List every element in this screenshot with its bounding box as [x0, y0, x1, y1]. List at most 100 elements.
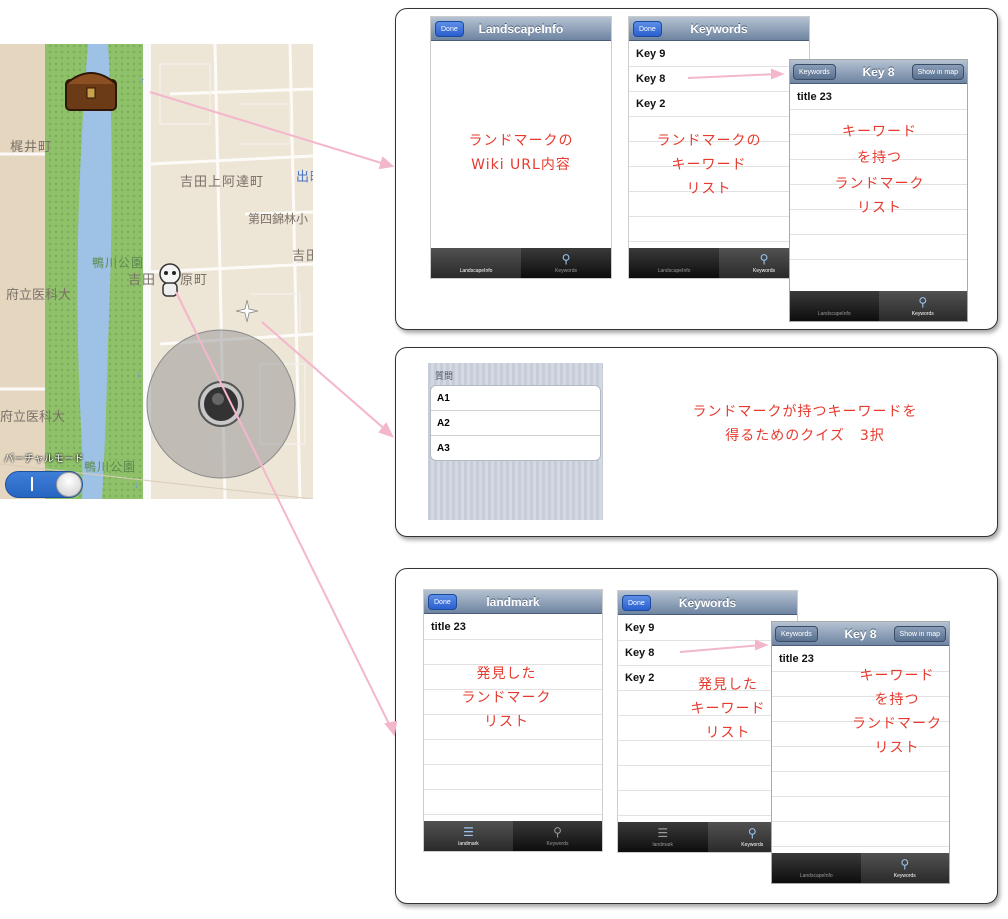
- annotation-line: キーワード: [690, 701, 766, 717]
- annotation-line: リスト: [484, 714, 529, 730]
- tab-landscape-info[interactable]: LandscapeInfo: [790, 291, 879, 321]
- show-in-map-button[interactable]: Show in map: [911, 64, 964, 80]
- navbar-title: LandscapeInfo: [478, 22, 564, 36]
- map-label-university: 府立医科大: [6, 288, 72, 303]
- list-item-empty: [772, 797, 949, 822]
- list-item[interactable]: title 23: [424, 615, 602, 640]
- navbar: Done LandscapeInfo: [431, 17, 611, 41]
- answer-option[interactable]: A3: [431, 436, 600, 460]
- tab-landscape-info[interactable]: LandscapeInfo: [629, 248, 719, 278]
- search-key-icon: ⚲: [747, 826, 757, 840]
- list-item-empty: [772, 822, 949, 847]
- virtual-mode-toggle[interactable]: [5, 471, 83, 498]
- tab-bar: LandscapeInfo ⚲ Keywords: [772, 853, 949, 883]
- list-item[interactable]: Key 2: [629, 92, 809, 117]
- annotation-line: リスト: [857, 200, 902, 216]
- tab-keywords[interactable]: ⚲ Keywords: [878, 291, 967, 321]
- search-key-icon: ⚲: [561, 252, 571, 266]
- list-item-empty: [790, 235, 967, 260]
- tab-keywords[interactable]: ⚲ Keywords: [521, 248, 611, 278]
- search-key-icon: ⚲: [918, 295, 928, 309]
- landmark-stack-icon: ☰: [657, 826, 669, 840]
- screen-keyword-landmarks: Keywords Key 8 Show in map title 23 キーワー…: [771, 621, 950, 884]
- done-button[interactable]: Done: [435, 21, 464, 37]
- virtual-mode-label: バーチャルモード: [4, 454, 84, 465]
- done-button[interactable]: Done: [633, 21, 662, 37]
- list-item-empty: [772, 772, 949, 797]
- navbar-title: Key 8: [862, 65, 895, 79]
- annotation-line: 発見した: [476, 666, 537, 682]
- tab-landmark[interactable]: ☰ landmark: [424, 821, 513, 851]
- list-item[interactable]: title 23: [790, 85, 967, 110]
- map-label-demachi: 出町: [296, 170, 313, 185]
- navbar: Keywords Key 8 Show in map: [790, 60, 967, 84]
- tab-landscape-info[interactable]: LandscapeInfo: [772, 853, 861, 883]
- done-button[interactable]: Done: [428, 594, 457, 610]
- map-label-yoshida-kamiadachi: 吉田上阿達町: [180, 175, 265, 190]
- annotation-line: ランドマークの: [468, 133, 574, 149]
- search-key-icon: ⚲: [759, 252, 769, 266]
- screen-landscape-info: Done LandscapeInfo ランドマークの Wiki URL内容 La…: [430, 16, 612, 279]
- annotation-line: ランドマーク: [834, 176, 925, 192]
- map-label-kamogawa-park-2: 鴨川公園: [84, 460, 137, 474]
- tab-keywords[interactable]: ⚲ Keywords: [513, 821, 602, 851]
- navbar: Keywords Key 8 Show in map: [772, 622, 949, 646]
- navbar: Done Keywords: [618, 591, 797, 615]
- annotation-line: リスト: [705, 725, 751, 741]
- quiz-annotation-line: ランドマークが持つキーワードを: [692, 404, 918, 420]
- navbar: Done landmark: [424, 590, 602, 614]
- map-view[interactable]: ↑ ↓ ↓ 梶井町 吉田上阿達町 出町 第四錦林小 吉田 鴨川公園 吉田 原町 …: [0, 44, 313, 499]
- done-button[interactable]: Done: [622, 595, 651, 611]
- toggle-knob[interactable]: [56, 472, 82, 497]
- annotation-line: を持つ: [857, 150, 902, 166]
- tab-keywords[interactable]: ⚲ Keywords: [860, 853, 949, 883]
- tab-bar: LandscapeInfo ⚲ Keywords: [790, 291, 967, 321]
- annotation-line: ランドマーク: [852, 716, 942, 732]
- annotation-line: キーワード: [859, 668, 935, 684]
- screen-keyword-detail: Keywords Key 8 Show in map title 23 キーワー…: [789, 59, 968, 322]
- back-keywords-button[interactable]: Keywords: [775, 626, 818, 642]
- annotation-line: ランドマークの: [656, 133, 762, 149]
- navbar-title: Keywords: [690, 22, 748, 36]
- landmark-stack-icon: ☰: [463, 825, 474, 839]
- answer-option[interactable]: A1: [431, 386, 600, 411]
- map-label-school: 第四錦林小: [248, 212, 309, 226]
- answer-option[interactable]: A2: [431, 411, 600, 436]
- list-item[interactable]: Key 8: [629, 67, 809, 92]
- search-key-icon: ⚲: [553, 825, 562, 839]
- map-label-university-2: 府立医科大: [0, 410, 66, 425]
- arrow-down-icon: ↓: [134, 480, 139, 491]
- compass-marker-icon: [235, 299, 259, 323]
- screen-keywords: Done Keywords Key 9 Key 8 Key 2 ランドマークの …: [628, 16, 810, 279]
- list-item[interactable]: Key 9: [629, 42, 809, 67]
- navbar-title: landmark: [486, 595, 540, 609]
- navbar-title: Keywords: [678, 596, 737, 610]
- map-label-yoshida: 吉田: [292, 249, 313, 264]
- list-item-empty: [424, 765, 602, 790]
- back-keywords-button[interactable]: Keywords: [793, 64, 836, 80]
- arrow-down-icon: ↓: [136, 369, 141, 380]
- navbar-title: Key 8: [844, 627, 877, 641]
- show-in-map-button[interactable]: Show in map: [893, 626, 946, 642]
- quiz-header: 質問: [435, 371, 454, 381]
- annotation-line: リスト: [686, 181, 732, 197]
- annotation-line: キーワード: [671, 157, 747, 173]
- list-item-empty: [424, 790, 602, 815]
- quiz-annotation-line: 得るためのクイズ 3択: [725, 428, 885, 444]
- tab-bar: ☰ landmark ⚲ Keywords: [424, 821, 602, 851]
- treasure-chest-icon[interactable]: [62, 64, 120, 114]
- quiz-screen: 質問 A1 A2 A3: [428, 363, 603, 520]
- tab-landscape-info[interactable]: LandscapeInfo: [431, 248, 521, 278]
- list-item-empty: [629, 217, 809, 242]
- tab-bar: LandscapeInfo ⚲ Keywords: [629, 248, 809, 278]
- map-label-kajii: 梶井町: [10, 140, 53, 155]
- map-label-hara-cho: 原町: [180, 273, 209, 288]
- annotation-line: 発見した: [698, 677, 758, 693]
- answer-group: A1 A2 A3: [430, 385, 601, 461]
- screen-landmark-list: Done landmark title 23 発見した ランドマーク リスト ☰…: [423, 589, 603, 852]
- search-key-icon: ⚲: [900, 857, 910, 871]
- annotation-line: キーワード: [842, 124, 917, 140]
- toggle-on-indicator: [31, 477, 33, 491]
- annotation-line: Wiki URL内容: [471, 157, 571, 173]
- tab-landmark[interactable]: ☰ landmark: [618, 822, 708, 852]
